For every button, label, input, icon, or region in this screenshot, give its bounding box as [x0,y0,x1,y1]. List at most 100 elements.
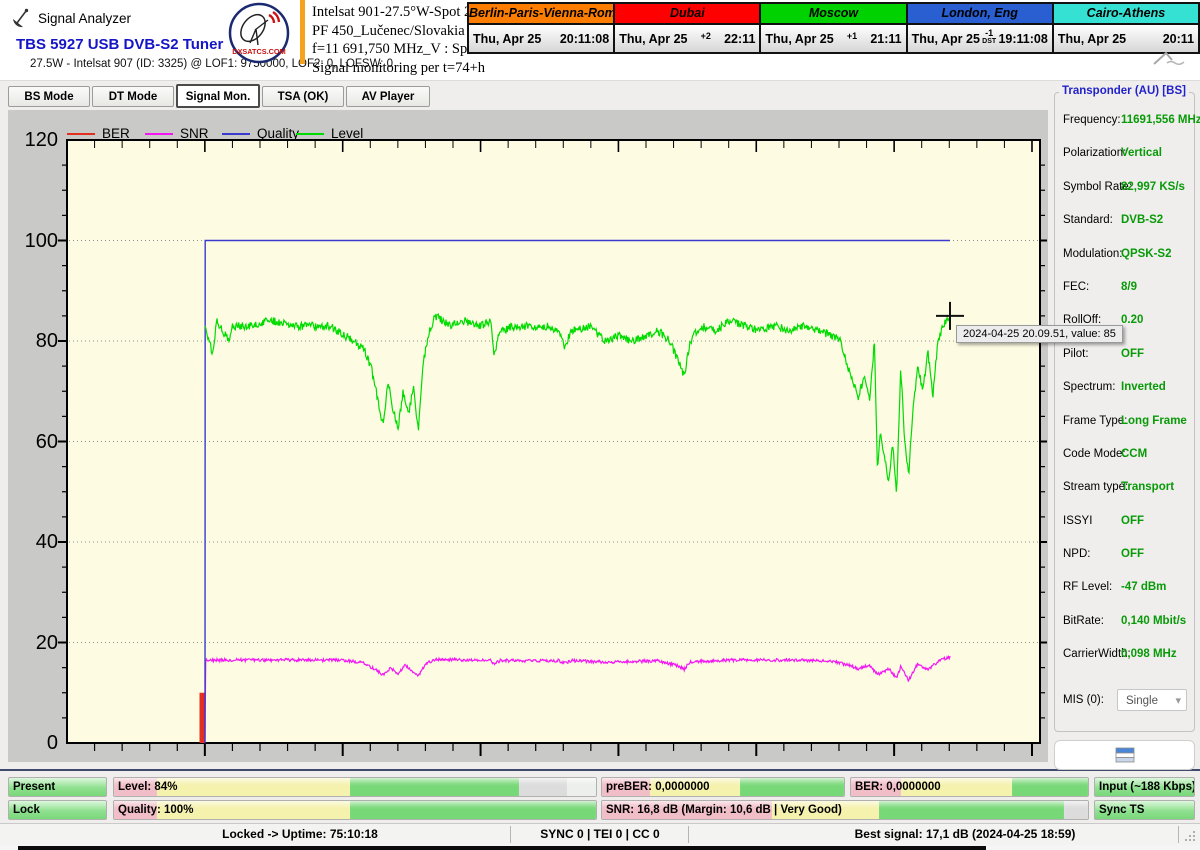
mis-label: MIS (0): [1063,694,1104,706]
legend-item-quality: Quality [222,126,299,141]
quality-legend-swatch [222,133,250,135]
transponder-row: Standard:DVB-S2 [1055,205,1194,238]
clock-time: 21:11 [870,32,901,46]
y-tick-20: 20 [12,632,58,654]
signal-analyzer-window: Signal Analyzer TBS 5927 USB DVB-S2 Tune… [0,0,1200,850]
clock-dubai: Dubai Thu, Apr 25 +2 22:11 [615,4,761,52]
level-legend-swatch [296,133,324,135]
uptime-status: Locked -> Uptime: 75:10:18 [90,827,510,841]
transponder-row: ISSYIOFF [1055,506,1194,539]
clock-utc-offset: +2 [701,32,711,41]
info-line-frequency: f=11 691,750 MHz_V : Spirit [312,40,485,59]
tab-signal-mon[interactable]: Signal Mon. [176,84,260,108]
best-signal-status: Best signal: 17,1 dB (2024-04-25 18:59) [740,827,1190,841]
transponder-row: Frequency:11691,556 MHz [1055,105,1194,138]
statusbar-divider [510,826,511,843]
info-line-duration: Signal monitoring per t=74+h [312,59,485,78]
transponder-row: Pilot:OFF [1055,339,1194,372]
logo-text: DXSATCS.COM [232,47,285,56]
tab-tsa[interactable]: TSA (OK) [262,86,344,107]
ber-progressbar: BER: 0,0000000 [850,777,1089,797]
clock-date: Thu, Apr 25 [912,32,980,46]
transponder-row-mis: MIS (0): Single ▾ [1055,689,1194,713]
resize-grip[interactable] [1185,828,1197,846]
transponder-rows: Frequency:11691,556 MHzPolarization:Vert… [1055,105,1194,673]
level-legend-label: Level [331,126,363,141]
clock-time: 19:11:08 [998,32,1047,46]
transponder-row: Symbol Rate:82,997 KS/s [1055,172,1194,205]
panel-separator [0,769,1200,771]
present-indicator: Present [8,777,107,797]
transponder-panel-title: Transponder (AU) [BS] [1059,85,1189,97]
transponder-row: FEC:8/9 [1055,272,1194,305]
clock-date: Thu, Apr 25 [619,32,687,46]
statusbar-divider [688,826,689,843]
y-tick-60: 60 [12,431,58,453]
y-tick-120: 120 [12,129,58,151]
clock-cairo-athens: Cairo-Athens Thu, Apr 25 20:11 [1054,4,1198,52]
clock-date: Thu, Apr 25 [473,32,541,46]
clock-city-label: Berlin-Paris-Vienna-Roma [469,4,613,25]
level-progressbar: Level: 84% [113,777,597,797]
lock-indicator: Lock [8,800,107,820]
tab-bs-mode[interactable]: BS Mode [8,86,90,107]
clock-city-label: London, Eng [908,4,1052,25]
chart-tooltip: 2024-04-25 20.09.51, value: 85 [956,325,1123,343]
clock-city-label: Dubai [615,4,759,25]
info-line-satellite: Intelsat 901-27.5°W-Spot 2 [312,3,485,22]
header-divider-strip [300,0,305,64]
transponder-row: BitRate:0,140 Mbit/s [1055,606,1194,639]
transponder-row: Spectrum:Inverted [1055,372,1194,405]
snr-progressbar: SNR: 16,8 dB (Margin: 10,6 dB | Very Goo… [601,800,1089,820]
tab-dt-mode[interactable]: DT Mode [92,86,174,107]
bottom-edge [0,845,1200,850]
transponder-row: CarrierWidth:0,098 MHz [1055,639,1194,672]
clock-date: Thu, Apr 25 [1058,32,1126,46]
transponder-row: Frame Type:Long Frame [1055,406,1194,439]
snr-legend-swatch [145,133,173,135]
tab-av-player[interactable]: AV Player [346,86,430,107]
transponder-row: Stream type:Transport [1055,472,1194,505]
signal-chart-svg [8,110,1048,762]
clock-dst-offset: -1DST [982,29,996,45]
statusbar-divider [1178,826,1179,843]
sync-counters-status: SYNC 0 | TEI 0 | CC 0 [512,827,688,841]
quality-legend-label: Quality [257,126,299,141]
dxsatcs-logo: DXSATCS.COM [227,1,291,65]
legend-item-ber: BER [67,126,130,141]
transponder-row: Modulation:QPSK-S2 [1055,239,1194,272]
transponder-row: RF Level:-47 dBm [1055,572,1194,605]
signal-monitor-chart: BER SNR Quality Level 120 100 80 60 40 2… [8,110,1048,762]
ber-legend-label: BER [102,126,130,141]
header: Signal Analyzer TBS 5927 USB DVB-S2 Tune… [0,0,1200,81]
clock-utc-offset: +1 [847,32,857,41]
transponder-row: Polarization:Vertical [1055,138,1194,171]
snr-legend-label: SNR [180,126,209,141]
transponder-row: NPD:OFF [1055,539,1194,572]
legend-item-level: Level [296,126,363,141]
ts-data-button[interactable] [1054,740,1195,770]
clock-berlin-paris-vienna-roma: Berlin-Paris-Vienna-Roma Thu, Apr 25 20:… [469,4,615,52]
preber-progressbar: preBER: 0,0000000 [601,777,845,797]
clock-date: Thu, Apr 25 [765,32,833,46]
ber-legend-swatch [67,133,95,135]
ts-data-icon [1115,747,1135,763]
world-clocks: Berlin-Paris-Vienna-Roma Thu, Apr 25 20:… [467,2,1200,54]
clock-time: 20:11:08 [560,32,609,46]
monitoring-info: Intelsat 901-27.5°W-Spot 2 PF 450_Lučene… [312,3,485,77]
clock-city-label: Moscow [761,4,905,25]
watermark-icon [1152,50,1186,73]
info-line-site: PF 450_Lučenec/Slovakia [312,22,485,41]
clock-time: 22:11 [724,32,755,46]
app-icon [10,7,32,34]
app-title: Signal Analyzer [38,11,131,26]
quality-progressbar: Quality: 100% [113,800,597,820]
clock-moscow: Moscow Thu, Apr 25 +1 21:11 [761,4,907,52]
statusbar: Locked -> Uptime: 75:10:18 SYNC 0 | TEI … [0,823,1200,845]
legend-item-snr: SNR [145,126,209,141]
y-tick-80: 80 [12,330,58,352]
sync-ts-indicator: Sync TS [1094,800,1195,820]
y-tick-0: 0 [12,732,58,754]
y-tick-40: 40 [12,531,58,553]
mis-select[interactable]: Single ▾ [1117,689,1187,711]
